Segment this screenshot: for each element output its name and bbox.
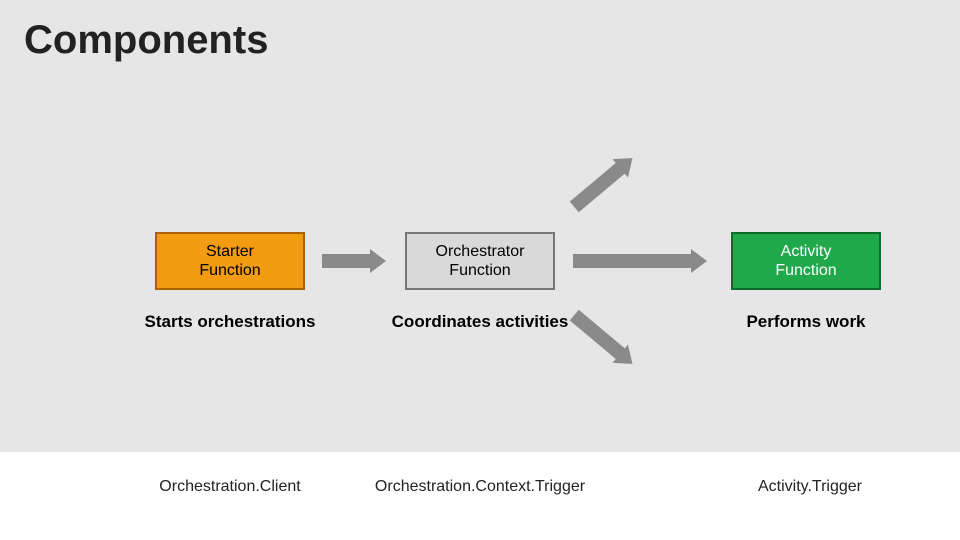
- arrow-head-icon: [691, 249, 707, 273]
- arrow-starter-to-orchestrator: [322, 254, 372, 268]
- arrow-head-icon: [613, 149, 641, 178]
- footer-band: [0, 452, 960, 540]
- arrow-orchestrator-to-activity: [573, 254, 693, 268]
- arrow-head-icon: [613, 344, 641, 373]
- footer-starter-label: Orchestration.Client: [110, 478, 350, 496]
- box-starter-function: Starter Function: [155, 232, 305, 290]
- box-orchestrator-function: Orchestrator Function: [405, 232, 555, 290]
- desc-orchestrator: Coordinates activities: [380, 312, 580, 332]
- arrow-head-icon: [370, 249, 386, 273]
- footer-activity-label: Activity.Trigger: [700, 478, 920, 496]
- page-title: Components: [24, 18, 268, 63]
- arrow-orchestrator-up: [570, 162, 626, 213]
- box-activity-function: Activity Function: [731, 232, 881, 290]
- desc-activity: Performs work: [706, 312, 906, 332]
- box-starter-label: Starter Function: [199, 242, 260, 280]
- footer-orchestrator-label: Orchestration.Context.Trigger: [350, 478, 610, 496]
- slide: Components Starter Function Orchestrator…: [0, 0, 960, 540]
- desc-starter: Starts orchestrations: [130, 312, 330, 332]
- box-orchestrator-label: Orchestrator Function: [436, 242, 525, 280]
- box-activity-label: Activity Function: [775, 242, 836, 280]
